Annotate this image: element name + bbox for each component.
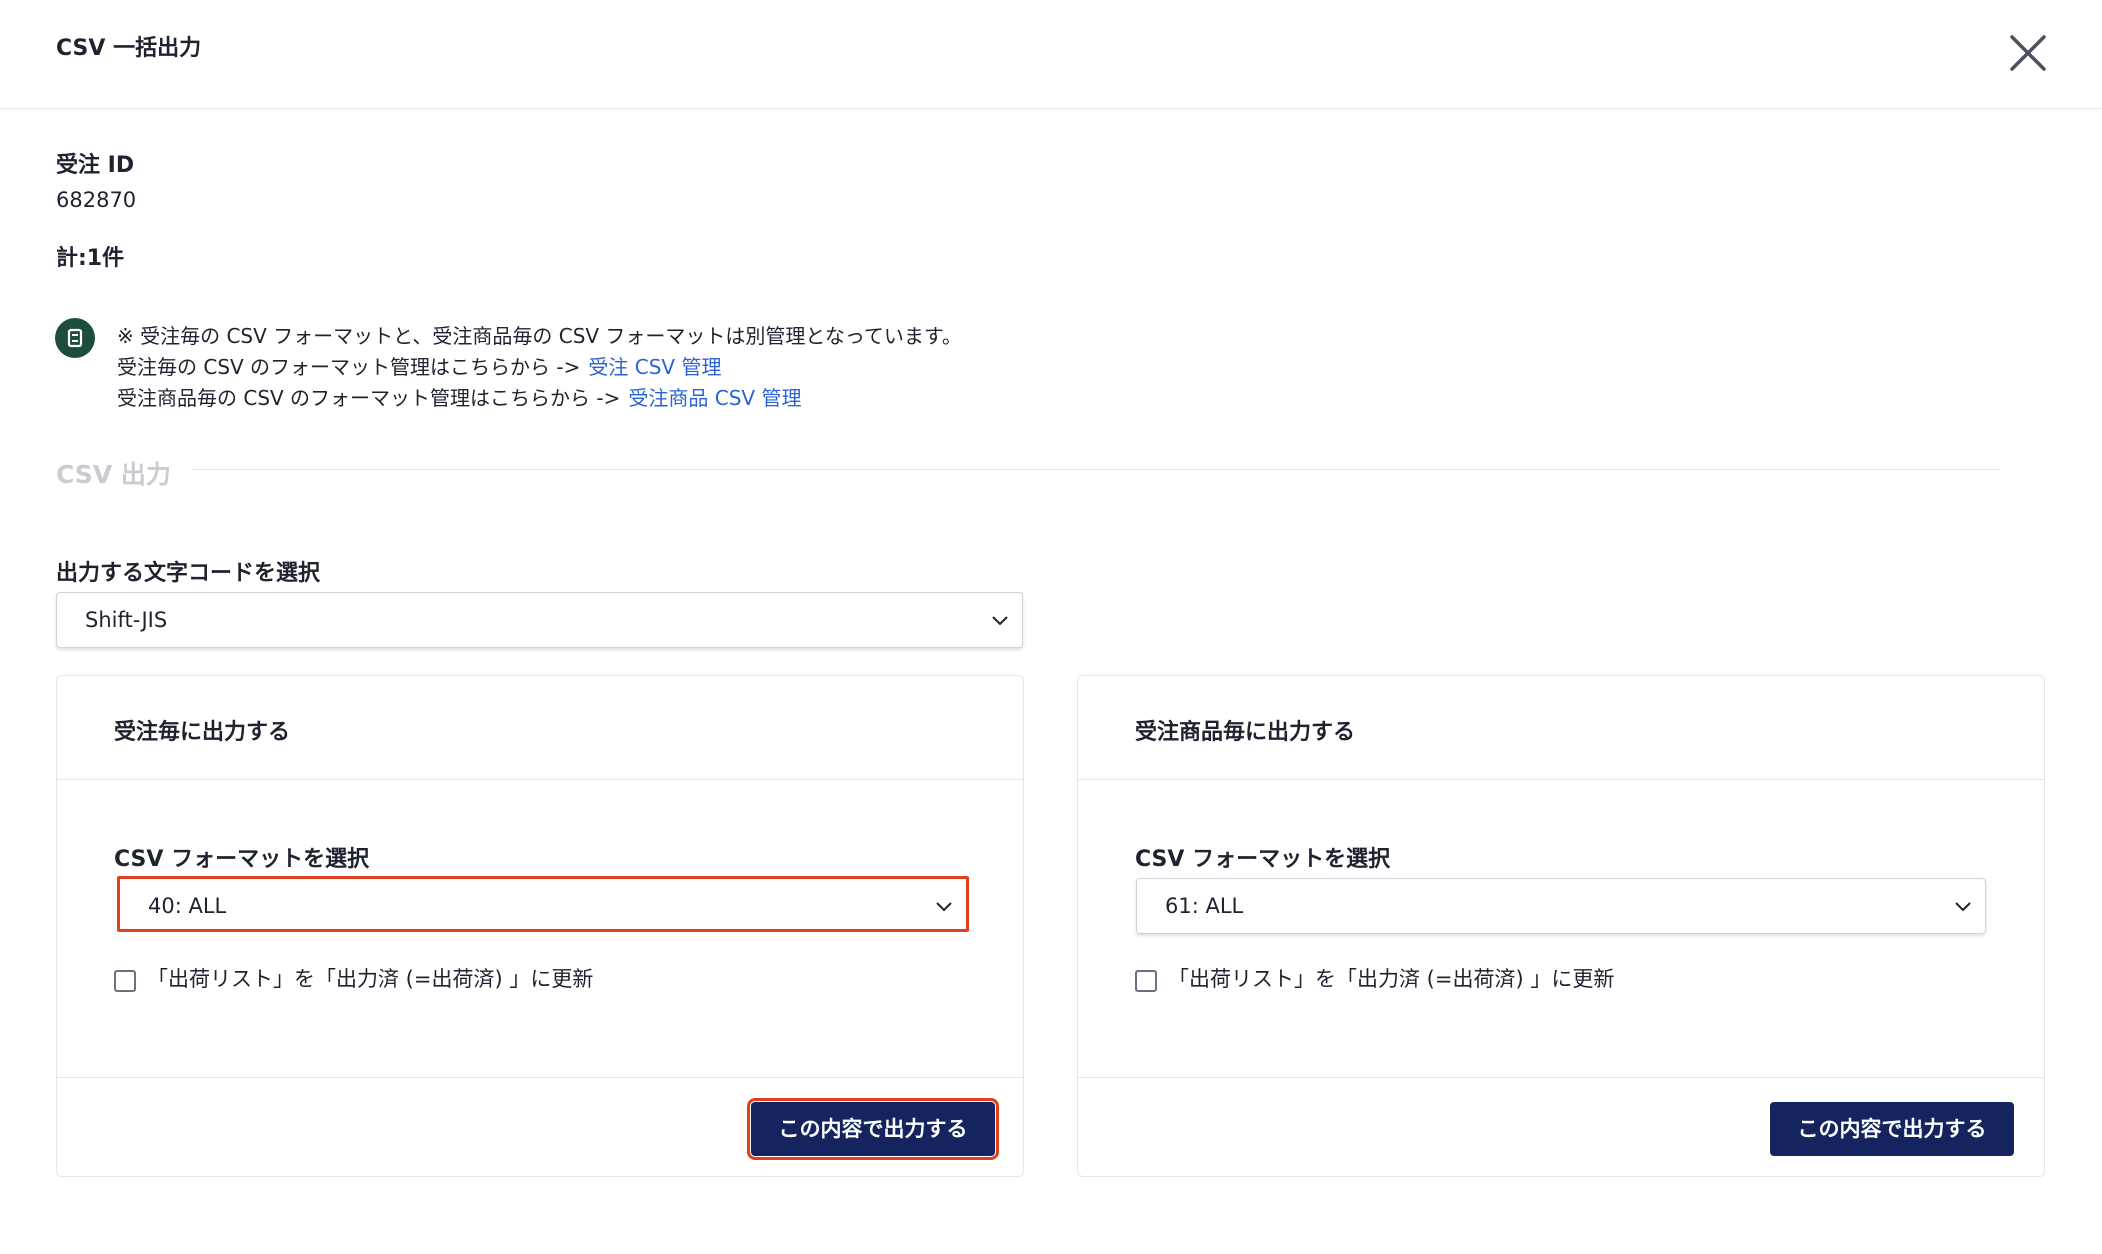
update-shipping-list-checkbox[interactable] (114, 970, 136, 992)
section-title: CSV 出力 (56, 460, 171, 489)
notice-line-3: 受注商品毎の CSV のフォーマット管理はこちらから -> 受注商品 CSV 管理 (117, 382, 801, 411)
csv-format-label: CSV フォーマットを選択 (1135, 847, 1391, 872)
export-button[interactable]: この内容で出力する (747, 1098, 999, 1160)
csv-format-select[interactable]: 61: ALL (1136, 878, 1986, 934)
csv-format-selected-value: 61: ALL (1165, 894, 1244, 918)
order-csv-manage-link[interactable]: 受注 CSV 管理 (588, 355, 721, 379)
section-divider (192, 469, 2000, 470)
csv-format-select[interactable]: 40: ALL (117, 876, 969, 932)
panel-title: 受注毎に出力する (114, 720, 291, 745)
order-id-value: 682870 (56, 188, 137, 212)
panel-title: 受注商品毎に出力する (1135, 720, 1356, 745)
notice-line-2-text: 受注毎の CSV のフォーマット管理はこちらから -> (117, 355, 581, 379)
order-id-label: 受注 ID (56, 153, 135, 178)
per-order-item-panel: 受注商品毎に出力する CSV フォーマットを選択 61: ALL 「出荷リスト」… (1077, 675, 2045, 1177)
update-shipping-list-label: 「出荷リスト」を「出力済 (=出荷済) 」に更新 (147, 967, 594, 991)
encoding-selected-value: Shift-JIS (85, 608, 168, 632)
chevron-down-icon (992, 616, 1008, 626)
update-shipping-list-label: 「出荷リスト」を「出力済 (=出荷済) 」に更新 (1168, 967, 1615, 991)
order-item-csv-manage-link[interactable]: 受注商品 CSV 管理 (628, 386, 801, 410)
export-button[interactable]: この内容で出力する (1770, 1102, 2014, 1156)
dialog-title: CSV 一括出力 (56, 36, 202, 61)
csv-export-dialog: CSV 一括出力 受注 ID 682870 計:1件 ※ 受注毎の CSV フォ… (0, 0, 2102, 1254)
encoding-label: 出力する文字コードを選択 (56, 561, 321, 586)
panel-header: 受注商品毎に出力する (1078, 676, 2044, 780)
order-total: 計:1件 (56, 246, 125, 271)
dialog-header: CSV 一括出力 (0, 0, 2102, 109)
info-icon (55, 318, 95, 358)
panel-footer-divider (57, 1077, 1023, 1078)
encoding-select[interactable]: Shift-JIS (56, 592, 1023, 648)
csv-format-selected-value: 40: ALL (148, 894, 227, 918)
notice-line-3-text: 受注商品毎の CSV のフォーマット管理はこちらから -> (117, 386, 621, 410)
chevron-down-icon (936, 902, 952, 912)
panel-header: 受注毎に出力する (57, 676, 1023, 780)
panel-footer-divider (1078, 1077, 2044, 1078)
per-order-panel: 受注毎に出力する CSV フォーマットを選択 40: ALL 「出荷リスト」を「… (56, 675, 1024, 1177)
notice-line-1: ※ 受注毎の CSV フォーマットと、受注商品毎の CSV フォーマットは別管理… (117, 324, 962, 348)
notice-line-2: 受注毎の CSV のフォーマット管理はこちらから -> 受注 CSV 管理 (117, 351, 721, 380)
update-shipping-list-checkbox[interactable] (1135, 970, 1157, 992)
close-icon[interactable] (2004, 29, 2052, 77)
chevron-down-icon (1955, 902, 1971, 912)
csv-format-label: CSV フォーマットを選択 (114, 847, 370, 872)
